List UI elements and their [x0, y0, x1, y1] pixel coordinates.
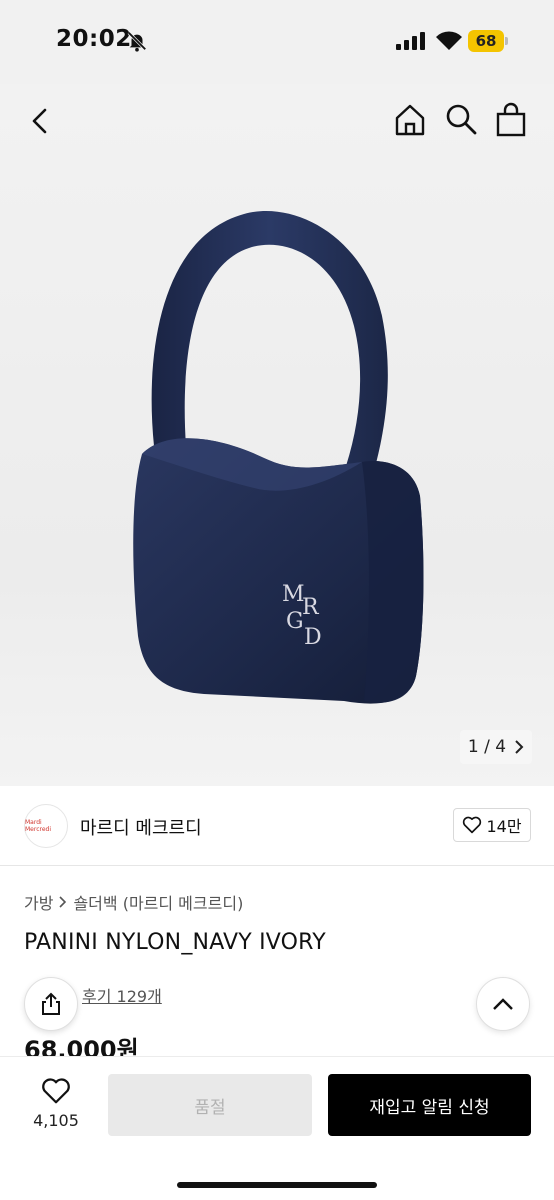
chevron-left-icon[interactable] — [24, 104, 58, 138]
heart-icon — [42, 1078, 70, 1104]
status-bar: 20:02 68 — [0, 0, 554, 84]
heart-icon — [463, 816, 482, 834]
wifi-icon — [436, 31, 462, 50]
status-time: 20:02 — [56, 26, 132, 52]
product-price: 68,000원 — [24, 1036, 139, 1058]
home-indicator — [177, 1182, 377, 1188]
bottom-action-bar: 4,105 품절 재입고 알림 신청 — [0, 1056, 554, 1200]
brand-like-button[interactable]: 14만 — [453, 808, 531, 842]
bell-off-icon — [127, 31, 147, 52]
image-counter-text: 1 / 4 — [467, 737, 507, 757]
soldout-button: 품절 — [108, 1074, 312, 1136]
breadcrumb-category[interactable]: 가방 — [24, 890, 53, 914]
signal-icon — [396, 32, 425, 50]
brand-logo[interactable]: Mardi Mercredi — [24, 804, 68, 848]
svg-text:G: G — [286, 609, 304, 634]
shopping-bag-icon[interactable] — [494, 102, 528, 138]
home-icon[interactable] — [392, 102, 428, 138]
wishlist-button[interactable]: 4,105 — [28, 1077, 84, 1130]
chevron-right-icon — [59, 896, 67, 908]
breadcrumb: 가방 숄더백 (마르디 메크르디) — [24, 890, 243, 914]
chevron-right-icon — [515, 740, 524, 754]
brand-row[interactable]: Mardi Mercredi 마르디 메크르디 14만 — [0, 786, 554, 866]
breadcrumb-subcategory[interactable]: 숄더백 (마르디 메크르디) — [73, 890, 243, 914]
brand-name[interactable]: 마르디 메크르디 — [80, 814, 202, 840]
product-title: PANINI NYLON_NAVY IVORY — [24, 930, 326, 955]
share-button[interactable] — [24, 977, 78, 1031]
scroll-top-button[interactable] — [476, 977, 530, 1031]
product-photo: M R G D — [133, 211, 424, 704]
chevron-up-icon — [493, 998, 513, 1010]
restock-alert-button[interactable]: 재입고 알림 신청 — [328, 1074, 531, 1136]
battery-indicator: 68 — [468, 30, 508, 52]
image-counter[interactable]: 1 / 4 — [460, 730, 532, 764]
wishlist-count: 4,105 — [33, 1111, 79, 1130]
review-link[interactable]: 후기 129개 — [82, 983, 162, 1007]
brand-like-count: 14만 — [486, 817, 522, 836]
battery-level: 68 — [468, 30, 504, 52]
share-icon — [42, 992, 60, 1015]
svg-text:R: R — [302, 595, 320, 620]
search-icon[interactable] — [444, 102, 478, 136]
svg-text:D: D — [304, 625, 322, 650]
